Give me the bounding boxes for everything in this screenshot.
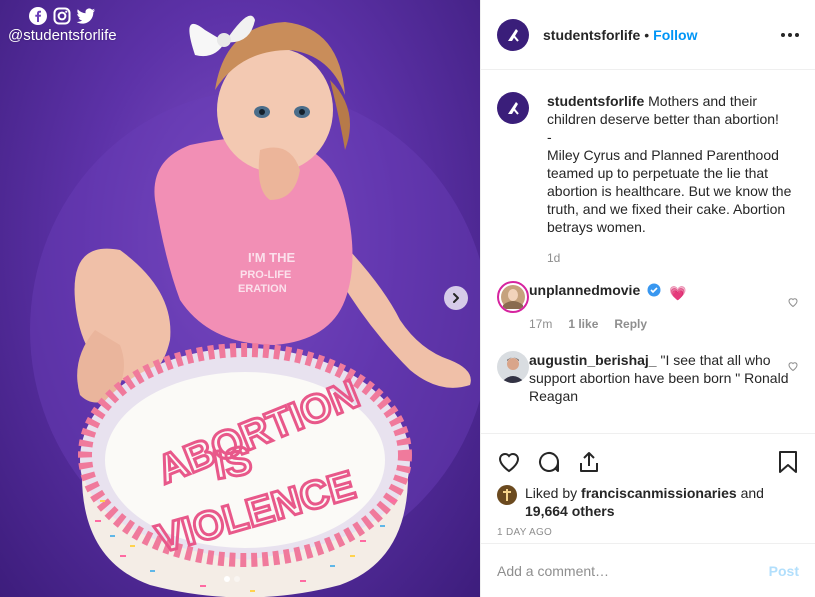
avatar[interactable] xyxy=(497,281,529,313)
comment-like-heart-icon[interactable] xyxy=(787,295,799,311)
comments-section[interactable]: studentsforlife Mothers and their childr… xyxy=(481,70,815,433)
header-separator: • xyxy=(644,26,650,43)
twitter-icon xyxy=(76,6,96,26)
avatar[interactable] xyxy=(497,485,517,505)
follow-button[interactable]: Follow xyxy=(653,27,697,43)
likes-prefix: Liked by xyxy=(525,485,578,501)
post-timestamp[interactable]: 1 DAY AGO xyxy=(497,527,799,538)
svg-text:PRO-LIFE: PRO-LIFE xyxy=(240,269,291,281)
comment-input[interactable] xyxy=(497,562,769,579)
comment-like-heart-icon[interactable] xyxy=(787,359,799,375)
caption-text: Mothers and their children deserve bette… xyxy=(547,93,792,235)
chevron-right-icon xyxy=(453,293,459,303)
post-header: studentsforlife • Follow xyxy=(481,0,815,70)
avatar[interactable] xyxy=(497,351,529,383)
carousel-dot xyxy=(234,576,240,582)
caption-username[interactable]: studentsforlife xyxy=(547,93,644,109)
onesie-print: I'M THE xyxy=(248,250,295,265)
caption-age[interactable]: 1d xyxy=(547,249,560,267)
comment-item: augustin_berishaj_ "I see that all who s… xyxy=(497,351,799,405)
post-button[interactable]: Post xyxy=(769,563,799,579)
brand-logo-icon xyxy=(508,102,519,115)
next-photo-button[interactable] xyxy=(444,286,468,310)
likes-others[interactable]: 19,664 others xyxy=(525,503,615,519)
facebook-icon xyxy=(28,6,48,26)
likes-summary: Liked by franciscanmissionaries and 19,6… xyxy=(497,484,799,520)
comment-username[interactable]: augustin_berishaj_ xyxy=(529,352,657,368)
like-heart-icon[interactable] xyxy=(497,450,521,474)
share-icon[interactable] xyxy=(577,450,601,474)
carousel-dots xyxy=(224,576,240,582)
likes-user[interactable]: franciscanmissionaries xyxy=(581,485,737,501)
comment-bubble-icon[interactable] xyxy=(537,450,561,474)
more-options-icon[interactable] xyxy=(781,32,799,37)
instagram-icon xyxy=(52,6,72,26)
comment-username[interactable]: unplannedmovie xyxy=(529,282,640,298)
comment-age[interactable]: 17m xyxy=(529,315,552,333)
reply-button[interactable]: Reply xyxy=(614,315,647,333)
instagram-post: I'M THE PRO-LIFE ERATION ABORTION IS VIO… xyxy=(0,0,815,597)
comment-text: 💗 xyxy=(669,285,687,301)
svg-text:IS: IS xyxy=(210,438,255,488)
svg-text:ERATION: ERATION xyxy=(238,283,287,295)
photo-illustration: I'M THE PRO-LIFE ERATION ABORTION IS VIO… xyxy=(30,15,480,597)
avatar[interactable] xyxy=(497,18,529,51)
carousel-dot-active xyxy=(224,576,230,582)
post-photo[interactable]: I'M THE PRO-LIFE ERATION ABORTION IS VIO… xyxy=(0,0,480,597)
add-comment-bar: Post xyxy=(481,543,815,597)
brand-logo-icon xyxy=(508,28,519,42)
watermark: @studentsforlife xyxy=(8,6,117,44)
header-username[interactable]: studentsforlife xyxy=(543,27,640,43)
watermark-handle: @studentsforlife xyxy=(8,27,117,44)
avatar[interactable] xyxy=(497,92,529,124)
caption: studentsforlife Mothers and their childr… xyxy=(497,92,799,267)
post-sidebar: studentsforlife • Follow studentsforlife… xyxy=(480,0,815,597)
comment-likes[interactable]: 1 like xyxy=(568,315,598,333)
cross-icon xyxy=(503,489,511,501)
likes-conj: and xyxy=(740,485,764,501)
verified-badge-icon xyxy=(647,283,661,301)
bookmark-icon[interactable] xyxy=(777,450,799,474)
comment-item: unplannedmovie 💗 17m 1 like Reply xyxy=(497,281,799,333)
watermark-social-icons xyxy=(28,6,117,26)
action-bar: Liked by franciscanmissionaries and 19,6… xyxy=(481,433,815,543)
